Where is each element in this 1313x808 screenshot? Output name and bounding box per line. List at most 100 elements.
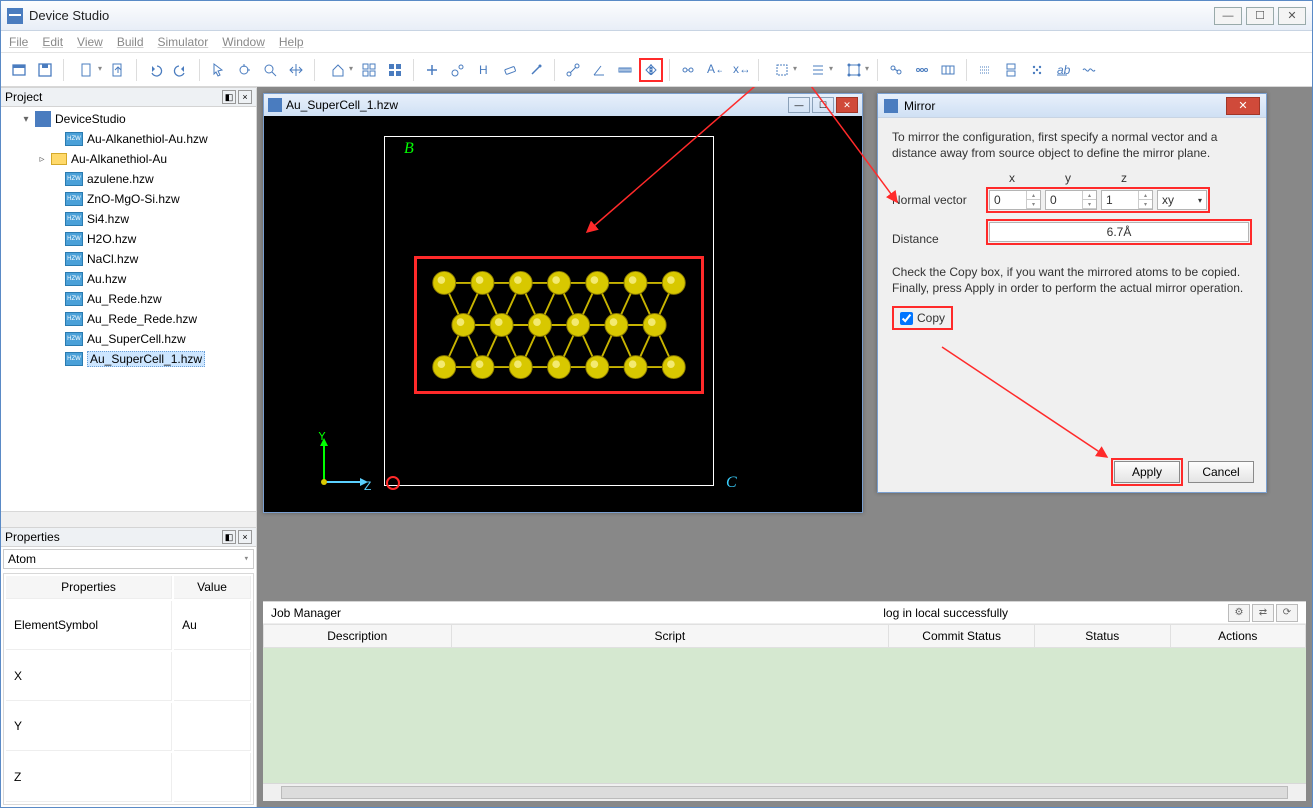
grid-icon[interactable]	[383, 58, 407, 82]
molecule1-icon[interactable]	[884, 58, 908, 82]
measure-icon[interactable]	[613, 58, 637, 82]
tree-item[interactable]: ▹Au-Alkanethiol-Au	[1, 149, 256, 169]
job-scrollbar[interactable]	[263, 783, 1306, 801]
menu-help[interactable]: Help	[279, 35, 304, 49]
menu-build[interactable]: Build	[117, 35, 144, 49]
redo-icon[interactable]	[169, 58, 193, 82]
align-icon[interactable]	[801, 58, 835, 82]
file-icon: HZW	[65, 252, 83, 266]
rotate-icon[interactable]	[232, 58, 256, 82]
angle-icon[interactable]	[587, 58, 611, 82]
save-icon[interactable]	[33, 58, 57, 82]
menu-edit[interactable]: Edit	[42, 35, 63, 49]
tree-item[interactable]: HZWAu_SuperCell.hzw	[1, 329, 256, 349]
viewport-3d[interactable]: B C	[264, 116, 862, 512]
app-icon	[7, 8, 23, 24]
zoom-icon[interactable]	[258, 58, 282, 82]
plane-select[interactable]: xy	[1157, 190, 1207, 210]
fit-icon[interactable]	[357, 58, 381, 82]
xyz-icon[interactable]: x↔z	[728, 58, 752, 82]
copy-checkbox-row[interactable]: Copy	[892, 306, 953, 330]
supercell-icon[interactable]	[936, 58, 960, 82]
properties-selector[interactable]: Atom	[3, 549, 254, 569]
lattice-icon[interactable]	[837, 58, 871, 82]
import-icon[interactable]	[106, 58, 130, 82]
vacuum-icon[interactable]	[999, 58, 1023, 82]
home-icon[interactable]	[321, 58, 355, 82]
molecule2-icon[interactable]	[910, 58, 934, 82]
panel-float-icon[interactable]: ◧	[222, 90, 236, 104]
panel-close-icon[interactable]: ×	[238, 90, 252, 104]
wand-icon[interactable]	[524, 58, 548, 82]
cancel-button[interactable]: Cancel	[1188, 461, 1254, 483]
property-row[interactable]: Y	[6, 703, 251, 752]
pan-icon[interactable]	[284, 58, 308, 82]
tree-item[interactable]: HZWH2O.hzw	[1, 229, 256, 249]
tree-item[interactable]: HZWAu.hzw	[1, 269, 256, 289]
panel-close-icon[interactable]: ×	[238, 530, 252, 544]
mirror-close-button[interactable]: ✕	[1226, 97, 1260, 115]
title-bar: Device Studio — ☐ ✕	[1, 1, 1312, 31]
doc-minimize-button[interactable]: —	[788, 97, 810, 113]
job-settings-icon[interactable]: ⚙	[1228, 604, 1250, 622]
bond-icon[interactable]	[561, 58, 585, 82]
copy-atoms-icon[interactable]	[676, 58, 700, 82]
project-tree[interactable]: ▾ DeviceStudio HZWAu-Alkanethiol-Au.hzw▹…	[1, 107, 256, 511]
copy-checkbox[interactable]	[900, 312, 913, 325]
tree-item[interactable]: HZWAu_SuperCell_1.hzw	[1, 349, 256, 369]
panel-float-icon[interactable]: ◧	[222, 530, 236, 544]
normal-y-input[interactable]: 0▴▾	[1045, 190, 1097, 210]
tree-scrollbar[interactable]	[1, 511, 256, 527]
project-panel-header: Project ◧ ×	[1, 87, 256, 107]
tree-item[interactable]: HZWZnO-MgO-Si.hzw	[1, 189, 256, 209]
window-maximize-button[interactable]: ☐	[1246, 7, 1274, 25]
distance-input[interactable]: 6.7Å	[989, 222, 1249, 242]
open-icon[interactable]	[7, 58, 31, 82]
normal-z-input[interactable]: 1▴▾	[1101, 190, 1153, 210]
tree-item[interactable]: HZWAu-Alkanethiol-Au.hzw	[1, 129, 256, 149]
document-window[interactable]: Au_SuperCell_1.hzw — ☐ ✕ B C	[263, 93, 863, 513]
normal-x-input[interactable]: 0▴▾	[989, 190, 1041, 210]
doc-maximize-button[interactable]: ☐	[812, 97, 834, 113]
tree-item[interactable]: HZWSi4.hzw	[1, 209, 256, 229]
menu-view[interactable]: View	[77, 35, 103, 49]
abc-icon[interactable]: A↔C	[702, 58, 726, 82]
label-icon[interactable]: ab	[1051, 58, 1075, 82]
mirror-title-bar[interactable]: Mirror ✕	[878, 94, 1266, 118]
document-title-bar[interactable]: Au_SuperCell_1.hzw — ☐ ✕	[264, 94, 862, 116]
file-icon: HZW	[65, 312, 83, 326]
property-row[interactable]: ElementSymbolAu	[6, 601, 251, 650]
apply-button[interactable]: Apply	[1114, 461, 1180, 483]
job-refresh-icon[interactable]: ⟳	[1276, 604, 1298, 622]
erase-icon[interactable]	[498, 58, 522, 82]
file-icon: HZW	[65, 172, 83, 186]
cell-view-icon[interactable]	[765, 58, 799, 82]
window-minimize-button[interactable]: —	[1214, 7, 1242, 25]
job-table: Description Script Commit Status Status …	[263, 624, 1306, 783]
tree-item[interactable]: HZWazulene.hzw	[1, 169, 256, 189]
mirror-tool-icon[interactable]	[639, 58, 663, 82]
tree-root[interactable]: ▾ DeviceStudio	[1, 109, 256, 129]
menu-file[interactable]: File	[9, 35, 28, 49]
window-close-button[interactable]: ✕	[1278, 7, 1306, 25]
menu-simulator[interactable]: Simulator	[158, 35, 209, 49]
atom-icon[interactable]	[446, 58, 470, 82]
cluster-icon[interactable]	[1025, 58, 1049, 82]
job-shuffle-icon[interactable]: ⇄	[1252, 604, 1274, 622]
undo-icon[interactable]	[143, 58, 167, 82]
property-row[interactable]: Z	[6, 753, 251, 802]
cleave-icon[interactable]	[973, 58, 997, 82]
pointer-icon[interactable]	[206, 58, 230, 82]
col-x-label: x	[986, 171, 1038, 185]
new-doc-icon[interactable]	[70, 58, 104, 82]
doc-close-button[interactable]: ✕	[836, 97, 858, 113]
add-atom-icon[interactable]	[420, 58, 444, 82]
hydrogen-icon[interactable]: H	[472, 58, 496, 82]
property-row[interactable]: X	[6, 652, 251, 701]
tree-item[interactable]: HZWAu_Rede.hzw	[1, 289, 256, 309]
snake-icon[interactable]	[1077, 58, 1101, 82]
menu-window[interactable]: Window	[222, 35, 265, 49]
mirror-dialog[interactable]: Mirror ✕ To mirror the configuration, fi…	[877, 93, 1267, 493]
tree-item[interactable]: HZWNaCl.hzw	[1, 249, 256, 269]
tree-item[interactable]: HZWAu_Rede_Rede.hzw	[1, 309, 256, 329]
